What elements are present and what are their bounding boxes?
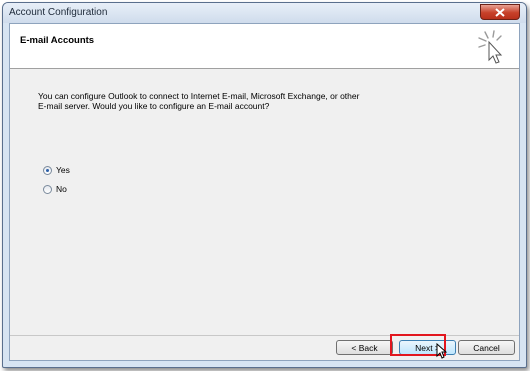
close-icon	[495, 7, 505, 17]
back-button[interactable]: < Back	[336, 340, 393, 355]
radio-yes[interactable]: Yes	[43, 165, 70, 175]
cancel-button[interactable]: Cancel	[458, 340, 515, 355]
radio-yes-label: Yes	[56, 165, 70, 175]
radio-yes-indicator[interactable]	[43, 165, 52, 175]
radio-no-label: No	[56, 184, 67, 194]
wizard-content: You can configure Outlook to connect to …	[10, 69, 519, 343]
page-title: E-mail Accounts	[20, 35, 95, 46]
close-button[interactable]	[480, 4, 520, 20]
radio-no[interactable]: No	[43, 184, 67, 194]
window-title: Account Configuration	[9, 7, 108, 18]
wizard-header: E-mail Accounts	[10, 24, 519, 69]
description-text: You can configure Outlook to connect to …	[38, 91, 360, 111]
title-bar[interactable]: Account Configuration	[3, 3, 526, 23]
wizard-sparkle-icon	[478, 30, 503, 64]
dialog-body: E-mail Accounts You can configure Outloo…	[9, 23, 520, 361]
account-configuration-window: Account Configuration E-mail Accounts Yo…	[2, 2, 527, 368]
mouse-cursor-icon	[436, 343, 447, 359]
radio-no-indicator[interactable]	[43, 184, 52, 194]
